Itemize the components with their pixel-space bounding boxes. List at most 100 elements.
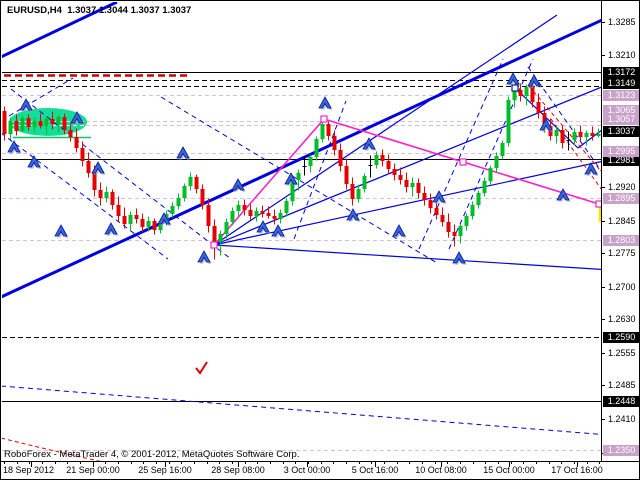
time-minor-tick	[599, 462, 600, 464]
time-minor-tick	[321, 462, 322, 464]
candle	[297, 173, 301, 180]
candle	[351, 184, 355, 199]
time-minor-tick	[80, 462, 81, 464]
candle	[399, 175, 403, 180]
candle	[171, 206, 175, 214]
candle	[273, 216, 277, 219]
candle	[459, 226, 463, 236]
price-tick	[601, 287, 605, 288]
candle	[339, 150, 343, 166]
swing-marker-icon	[20, 99, 34, 112]
trendline-handle[interactable]	[321, 116, 327, 122]
candle	[63, 117, 67, 130]
price-level-label: 1.2448	[603, 396, 640, 407]
candle	[357, 189, 361, 199]
chart-canvas[interactable]	[1, 1, 640, 480]
trendline-handle[interactable]	[512, 85, 518, 91]
time-minor-tick	[232, 462, 233, 464]
candle	[69, 130, 73, 137]
candle	[477, 193, 481, 205]
candle	[249, 210, 253, 216]
price-level-label: 1.3057	[603, 114, 640, 125]
candle	[447, 222, 451, 232]
time-minor-tick	[308, 462, 309, 464]
time-minor-tick	[460, 462, 461, 464]
candle	[591, 133, 595, 136]
trendline-handle[interactable]	[460, 159, 466, 165]
candle	[471, 205, 475, 216]
candle	[279, 213, 283, 219]
candle	[579, 132, 583, 137]
time-tick-label: 5 Oct 16:00	[352, 465, 399, 475]
candle	[507, 100, 511, 143]
candle	[81, 148, 85, 161]
candle	[45, 119, 49, 126]
time-minor-tick	[295, 462, 296, 464]
time-minor-tick	[422, 462, 423, 464]
candle	[243, 205, 247, 210]
time-minor-tick	[498, 462, 499, 464]
candle	[225, 222, 229, 234]
chart-objects	[1, 2, 640, 465]
trendline-handle[interactable]	[211, 242, 217, 248]
price-tick-label: 1.2775	[608, 248, 636, 259]
time-minor-tick	[587, 462, 588, 464]
time-minor-tick	[447, 462, 448, 464]
time-tick-label: 17 Oct 16:00	[551, 465, 603, 475]
candle	[207, 205, 211, 226]
time-minor-tick	[245, 462, 246, 464]
candle	[495, 156, 499, 168]
candle	[327, 124, 331, 136]
time-tick-label: 28 Sep 08:00	[211, 465, 265, 475]
candle	[333, 136, 337, 150]
time-minor-tick	[485, 462, 486, 464]
swing-marker-icon	[453, 252, 467, 265]
candle	[315, 139, 319, 157]
candle	[135, 215, 139, 219]
candle	[435, 208, 439, 215]
time-minor-tick	[194, 462, 195, 464]
candle	[9, 121, 13, 134]
symbol-header: EURUSD,H4 1.3037 1.3044 1.3037 1.3037	[7, 5, 191, 16]
candle	[177, 198, 181, 206]
swing-marker-icon	[272, 225, 286, 238]
candle	[111, 192, 115, 205]
swing-marker-icon	[319, 97, 333, 110]
time-minor-tick	[67, 462, 68, 464]
check-mark-icon	[196, 362, 207, 373]
price-scale-separator	[601, 1, 602, 461]
candle	[15, 121, 19, 131]
swing-marker-icon	[8, 141, 22, 154]
candle	[375, 155, 379, 165]
candle	[255, 211, 259, 216]
price-tick	[601, 55, 605, 56]
time-minor-tick	[29, 462, 30, 464]
candle	[537, 102, 541, 113]
copyright-text: RoboForex - MetaTrader 4, © 2001-2012, M…	[4, 449, 299, 460]
time-minor-tick	[17, 462, 18, 464]
candle	[57, 117, 61, 124]
price-tick-label: 1.2555	[608, 348, 636, 359]
price-tick	[601, 22, 605, 23]
candle	[267, 213, 271, 216]
candle	[183, 186, 187, 198]
swing-marker-icon	[198, 251, 212, 264]
time-minor-tick	[523, 462, 524, 464]
time-tick-label: 18 Sep 2012	[3, 465, 54, 475]
price-level-label: 1.2803	[603, 235, 640, 246]
swing-marker-icon	[105, 223, 119, 236]
time-minor-tick	[207, 462, 208, 464]
candle	[201, 189, 205, 205]
time-minor-tick	[384, 462, 385, 464]
candle	[117, 205, 121, 216]
candle	[411, 183, 415, 187]
price-tick	[601, 319, 605, 320]
candle	[189, 177, 193, 186]
candle	[237, 205, 241, 211]
candle	[555, 130, 559, 136]
time-minor-tick	[283, 462, 284, 464]
candle	[363, 176, 367, 189]
candle	[387, 161, 391, 169]
candle	[597, 134, 601, 136]
candle	[309, 157, 313, 166]
